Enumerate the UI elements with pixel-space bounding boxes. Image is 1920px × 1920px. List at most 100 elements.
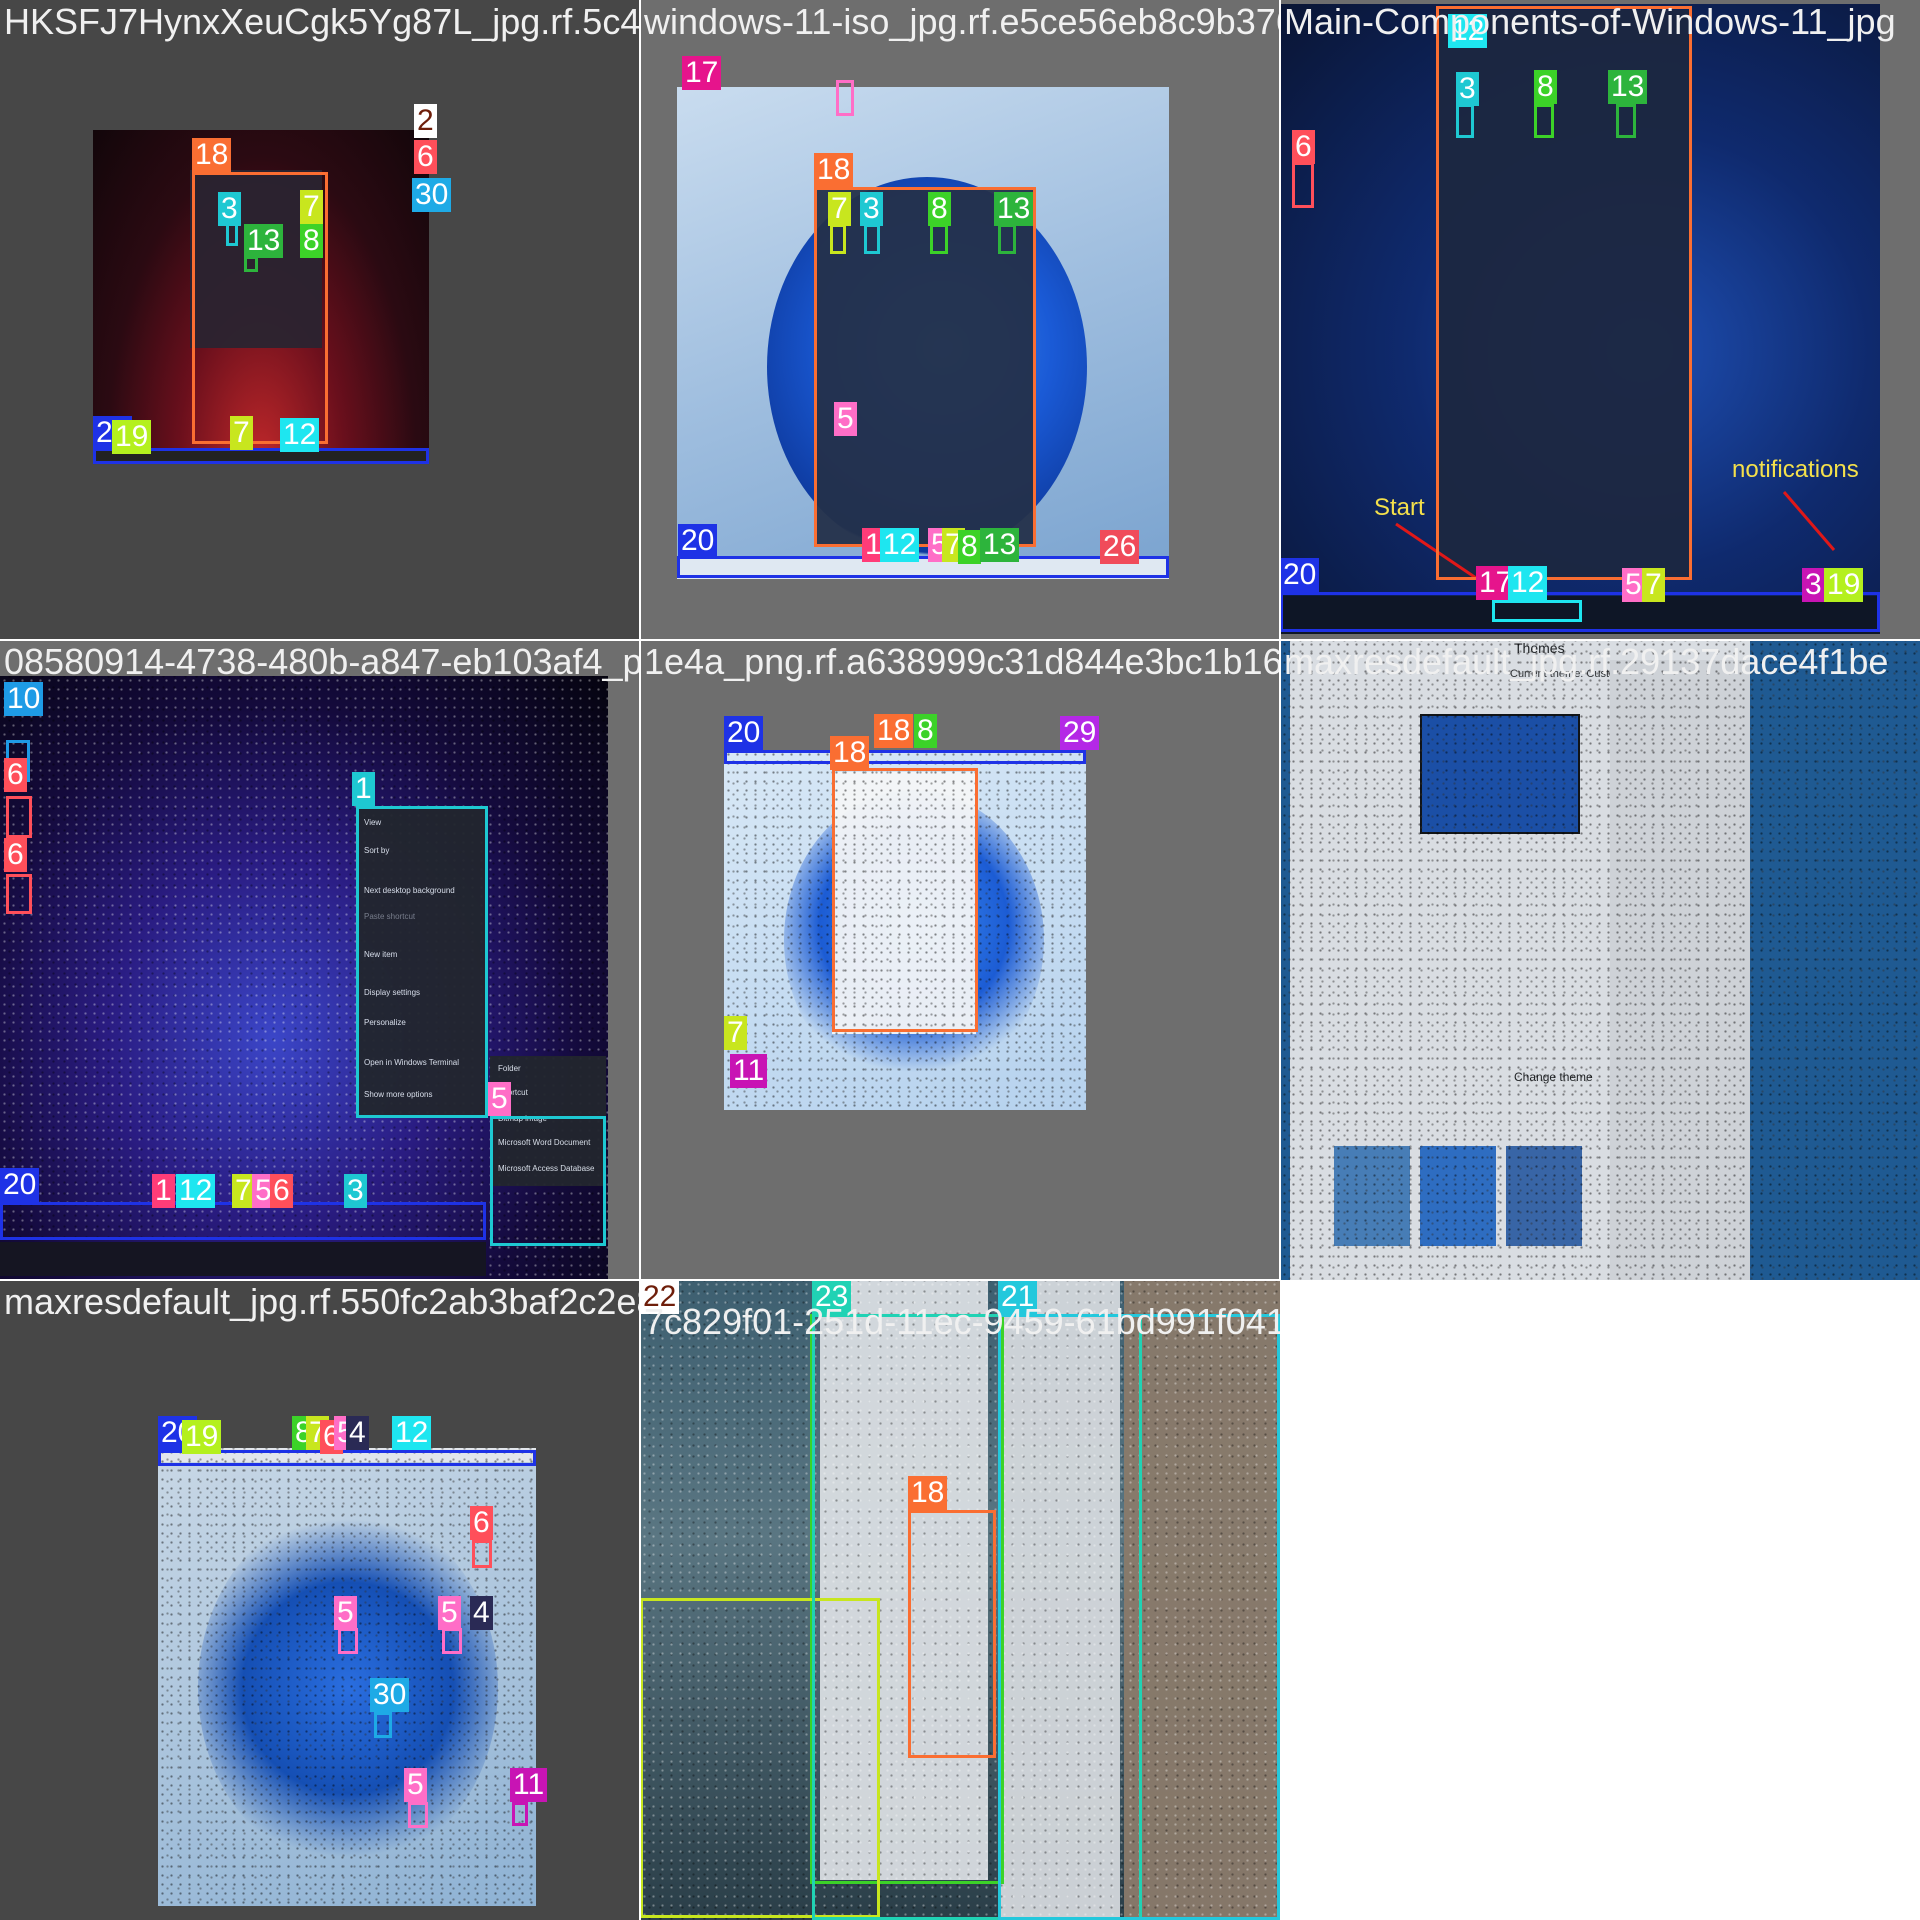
- tile-6: Themes Current theme: Custom Change them…: [1280, 640, 1920, 1280]
- label-30: 30: [412, 178, 452, 212]
- bbox-icon: [408, 1802, 428, 1828]
- grid-divider: [0, 639, 1920, 641]
- bbox-icon: [338, 1628, 358, 1654]
- label-18: 18: [814, 153, 854, 187]
- label-18: 18: [192, 138, 232, 172]
- label-13: 13: [244, 224, 284, 258]
- label-3: 3: [860, 192, 883, 226]
- bbox-taskbar: [724, 750, 1086, 764]
- label-6: 6: [414, 140, 437, 174]
- label-18: 18: [830, 736, 870, 770]
- label-8: 8: [1534, 70, 1557, 104]
- label-3: 3: [344, 1174, 367, 1208]
- screenshot-thumbnail: Themes Current theme: Custom Change them…: [1280, 640, 1920, 1280]
- taskbar: [0, 1242, 486, 1276]
- label-6: 6: [270, 1174, 293, 1208]
- bbox-icon: [864, 224, 880, 254]
- label-18: 18: [908, 1476, 948, 1510]
- tile-title: 08580914-4738-480b-a847-eb103af4_png: [4, 641, 640, 682]
- label-8: 8: [928, 192, 951, 226]
- label-20: 20: [724, 716, 764, 750]
- label-10: 10: [4, 682, 44, 716]
- label-8: 8: [914, 714, 937, 748]
- tile-title: 1e4a_png.rf.a638999c31d844e3bc1b168d3ad9…: [644, 641, 1280, 682]
- label-3: 3: [1456, 72, 1479, 106]
- label-13: 13: [980, 528, 1020, 562]
- tile-title: Main-Components-of-Windows-11_jpg: [1284, 1, 1896, 42]
- bbox-icon: [836, 80, 854, 116]
- label-8: 8: [958, 530, 981, 564]
- label-12: 12: [880, 528, 920, 562]
- bbox-icon: [244, 256, 258, 272]
- bbox-icon: [998, 224, 1016, 254]
- label-5: 5: [404, 1768, 427, 1802]
- tile-2: windows-11-iso_jpg.rf.e5ce56eb8c9b3763 1…: [640, 0, 1280, 640]
- label-4: 4: [470, 1596, 493, 1630]
- label-30: 30: [370, 1678, 410, 1712]
- label-12: 12: [176, 1174, 216, 1208]
- bbox-start-menu: [832, 768, 978, 1032]
- bbox-icon: [830, 224, 846, 254]
- tile-4: View Sort by Next desktop background Pas…: [0, 640, 640, 1280]
- label-20: 20: [1280, 558, 1320, 592]
- label-6: 6: [4, 838, 27, 872]
- label-7: 7: [230, 416, 253, 450]
- label-5: 5: [334, 1596, 357, 1630]
- tile-3: Main-Components-of-Windows-11_jpg Start …: [1280, 0, 1920, 640]
- bbox-icon: [442, 1628, 462, 1654]
- label-3: 3: [218, 192, 241, 226]
- label-12: 12: [280, 418, 320, 452]
- tile-8: 22 23 21 18 7c829f01-251d-11ec-9459-61bd…: [640, 1280, 1280, 1920]
- label-5: 5: [438, 1596, 461, 1630]
- bbox-taskbar: [677, 556, 1169, 578]
- bbox-context-menu: [356, 806, 488, 1118]
- label-3: 3: [1802, 568, 1825, 602]
- label-20: 20: [0, 1168, 40, 1202]
- label-4: 4: [346, 1416, 369, 1450]
- submenu-item[interactable]: Folder: [498, 1064, 521, 1073]
- label-19: 19: [112, 420, 152, 454]
- bbox-icon: [6, 874, 32, 914]
- bbox-submenu: [490, 1116, 606, 1246]
- tile-title: maxresdefault_jpg.rf.550fc2ab3baf2c2e8e8: [4, 1281, 640, 1322]
- annotation-notifications: notifications: [1732, 456, 1859, 483]
- bbox-window: [998, 1314, 1280, 1920]
- label-20: 20: [678, 524, 718, 558]
- tile-5: 1e4a_png.rf.a638999c31d844e3bc1b168d3ad9…: [640, 640, 1280, 1280]
- label-7: 7: [300, 190, 323, 224]
- bbox-icon: [930, 224, 948, 254]
- bbox-icon: [6, 796, 32, 838]
- tile-title: maxresdefault_jpg.rf.29137dace4f1be: [1284, 641, 1889, 682]
- label-19: 19: [182, 1420, 222, 1454]
- label-11: 11: [730, 1054, 768, 1088]
- label-7: 7: [724, 1016, 747, 1050]
- label-13: 13: [994, 192, 1034, 226]
- label-5: 5: [834, 402, 857, 436]
- label-11: 11: [510, 1768, 548, 1802]
- grid-divider: [639, 0, 641, 1920]
- label-1: 1: [352, 772, 375, 806]
- bbox-start-menu: [908, 1510, 996, 1758]
- label-19: 19: [1824, 568, 1864, 602]
- bbox-icon: [1534, 104, 1554, 138]
- label-7: 7: [1642, 568, 1665, 602]
- noise-overlay: [1280, 640, 1920, 1280]
- label-8: 8: [300, 224, 323, 258]
- label-6: 6: [1292, 130, 1315, 164]
- arrow-to-notifications: [1782, 491, 1836, 551]
- label-18: 18: [874, 714, 914, 748]
- label-6: 6: [4, 758, 27, 792]
- bbox-search: [1492, 600, 1582, 622]
- bbox-icon: [472, 1540, 492, 1568]
- bbox-icon: [1456, 104, 1474, 138]
- bbox-icon: [1616, 104, 1636, 138]
- label-12: 12: [392, 1416, 432, 1450]
- label-1: 1: [152, 1174, 175, 1208]
- bbox-icon: [374, 1712, 392, 1738]
- label-5: 5: [488, 1082, 511, 1116]
- tile-title: windows-11-iso_jpg.rf.e5ce56eb8c9b3763: [644, 1, 1280, 42]
- tile-7: maxresdefault_jpg.rf.550fc2ab3baf2c2e8e8…: [0, 1280, 640, 1920]
- bbox-icon: [1292, 162, 1314, 208]
- label-13: 13: [1608, 70, 1648, 104]
- label-7: 7: [828, 192, 851, 226]
